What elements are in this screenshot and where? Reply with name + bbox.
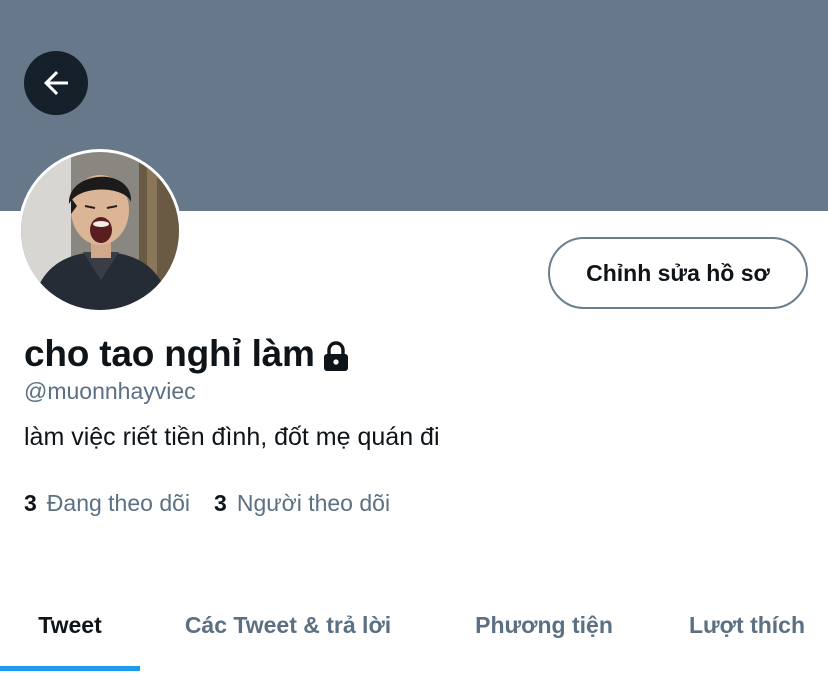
follow-stats: 3 Đang theo dõi 3 Người theo dõi	[24, 490, 390, 517]
followers-link[interactable]: 3 Người theo dõi	[214, 490, 390, 517]
tab-tweets[interactable]: Tweet	[0, 580, 140, 670]
following-link[interactable]: 3 Đang theo dõi	[24, 490, 190, 517]
edit-profile-button[interactable]: Chỉnh sửa hồ sơ	[548, 237, 808, 309]
followers-label: Người theo dõi	[236, 490, 391, 516]
profile-handle: @muonnhayviec	[24, 378, 196, 404]
following-count: 3	[24, 490, 37, 516]
tab-media[interactable]: Phương tiện	[452, 580, 636, 670]
avatar[interactable]	[18, 149, 182, 313]
active-tab-indicator	[0, 666, 140, 671]
profile-tabs: Tweet Các Tweet & trả lời Phương tiện Lư…	[0, 580, 828, 672]
arrow-left-icon	[38, 65, 74, 101]
lock-icon	[321, 340, 351, 372]
followers-count: 3	[214, 490, 227, 516]
tab-tweets-and-replies[interactable]: Các Tweet & trả lời	[150, 580, 426, 670]
avatar-photo	[21, 152, 179, 310]
tab-likes[interactable]: Lượt thích	[666, 580, 828, 670]
following-label: Đang theo dõi	[46, 490, 191, 516]
back-button[interactable]	[24, 51, 88, 115]
profile-bio: làm việc riết tiền đình, đốt mẹ quán đi	[24, 423, 440, 451]
display-name: cho tao nghỉ làm	[24, 333, 315, 374]
profile-name-row: cho tao nghỉ làm	[24, 330, 351, 378]
